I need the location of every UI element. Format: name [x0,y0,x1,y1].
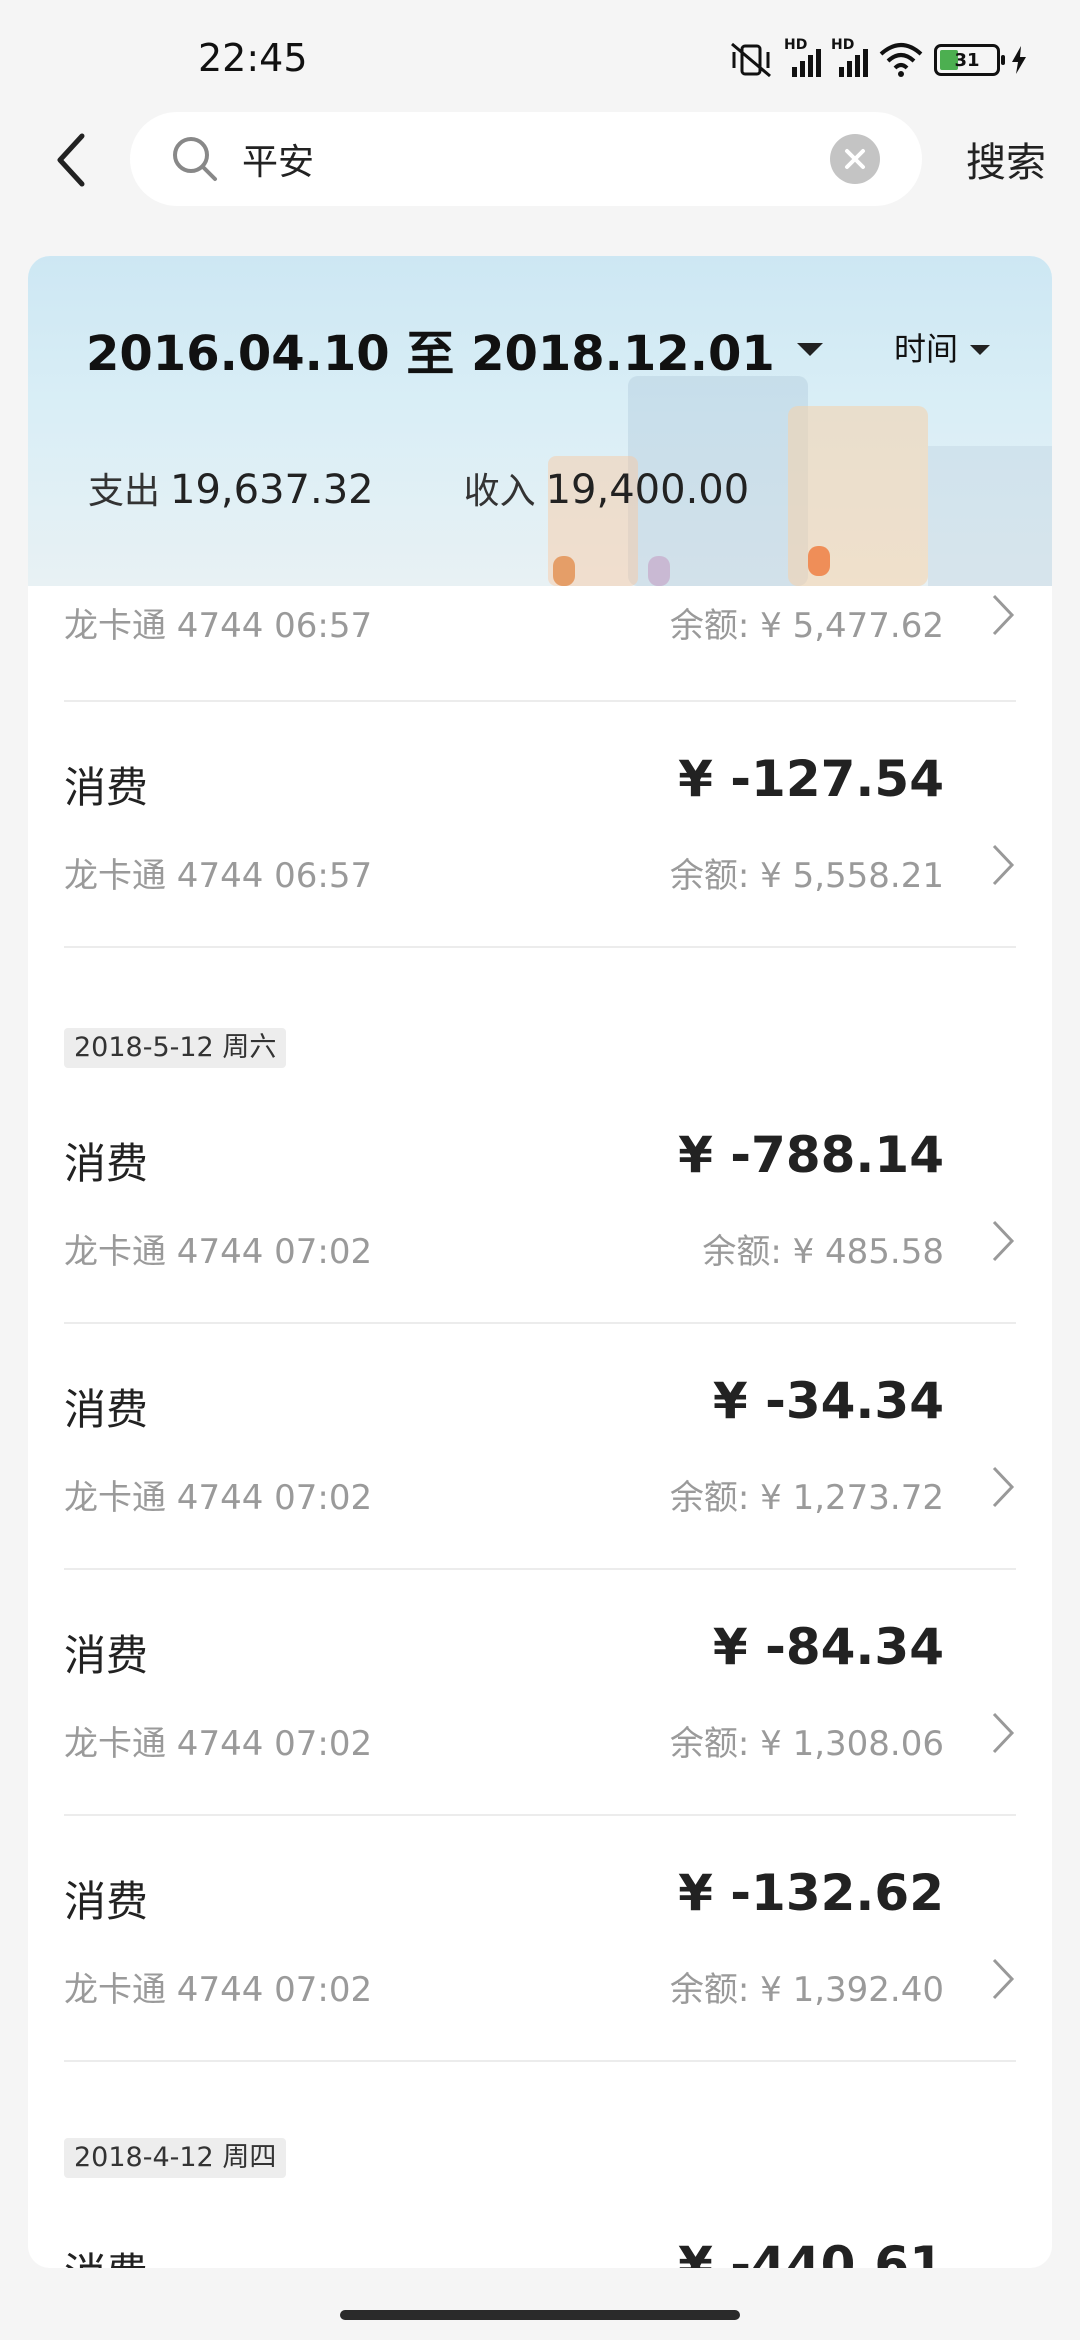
transaction-amount: ¥ -788.14 [678,1126,944,1184]
battery-level: 31 [954,49,980,71]
transaction-account-time: 龙卡通 4744 06:57 [64,606,373,646]
transaction-title: 消费 [64,2240,148,2268]
transaction-row[interactable]: 消费 ¥ -440.61 [28,2188,1052,2268]
totals: 支出 19,637.32 收入 19,400.00 [88,462,749,514]
transaction-balance: 余额: ¥ 485.58 [702,1232,944,1272]
transaction-row[interactable]: 消费 ¥ -34.34 龙卡通 4744 07:02 余额: ¥ 1,273.7… [28,1324,1052,1570]
transaction-balance: 余额: ¥ 1,273.72 [669,1478,944,1518]
banner-decoration [648,556,670,586]
transaction-account-time: 龙卡通 4744 06:57 [64,856,373,896]
chevron-left-icon [57,133,85,187]
transaction-amount: ¥ -440.61 [678,2236,944,2268]
close-icon [845,149,865,169]
transaction-account-time: 龙卡通 4744 07:02 [64,1970,373,2010]
transactions-card: 2016.04.10 至 2018.12.01 时间 支出 19,637.32 … [28,256,1052,2268]
divider [64,2060,1016,2062]
banner-decoration [928,446,1052,586]
date-header: 2018-5-12 周六 [64,1028,287,1068]
clear-search-button[interactable] [830,134,880,184]
transaction-title: 消费 [64,1877,149,1926]
signal-icon: HD [784,37,821,77]
chevron-right-icon [992,594,1015,636]
sort-selector[interactable]: 时间 [894,324,991,370]
wifi-icon [879,43,923,77]
chevron-right-icon [992,1958,1015,2000]
transaction-row[interactable]: 消费 ¥ -84.34 龙卡通 4744 07:02 余额: ¥ 1,308.0… [28,1570,1052,1816]
date-header: 2018-4-12 周四 [64,2138,287,2178]
transaction-account-time: 龙卡通 4744 07:02 [64,1232,373,1272]
chevron-right-icon [992,1220,1015,1262]
transaction-amount: ¥ -84.34 [712,1618,944,1676]
banner-decoration [808,546,830,576]
transaction-balance: 余额: ¥ 5,477.62 [669,606,944,646]
charging-icon [1012,46,1026,74]
expense-value: 19,637.32 [170,467,374,513]
transaction-title: 消费 [64,1139,149,1188]
battery-icon: 31 [934,44,1005,76]
transaction-amount: ¥ -127.54 [678,750,944,808]
search-icon [173,137,217,181]
home-indicator[interactable] [340,2310,740,2320]
transaction-balance: 余额: ¥ 1,392.40 [669,1970,944,2010]
transaction-account-time: 龙卡通 4744 07:02 [64,1724,373,1764]
transaction-balance: 余额: ¥ 1,308.06 [669,1724,944,1764]
divider [64,946,1016,948]
transaction-row[interactable]: 龙卡通 4744 06:57 余额: ¥ 5,477.62 [28,586,1052,702]
dropdown-arrow-icon [970,345,991,355]
expense-label: 支出 [88,471,161,512]
transaction-row[interactable]: 消费 ¥ -132.62 龙卡通 4744 07:02 余额: ¥ 1,392.… [28,1816,1052,2062]
date-range-text: 2016.04.10 至 2018.12.01 [86,326,775,382]
search-button[interactable]: 搜索 [966,130,1046,188]
back-button[interactable] [30,120,110,200]
transaction-title: 消费 [64,1631,149,1680]
income-label: 收入 [463,471,536,512]
transaction-balance: 余额: ¥ 5,558.21 [669,856,944,896]
search-input[interactable]: 平安 [130,112,922,206]
transaction-amount: ¥ -34.34 [712,1372,944,1430]
transaction-amount: ¥ -132.62 [678,1864,944,1922]
chevron-right-icon [992,1466,1015,1508]
chevron-right-icon [992,844,1015,886]
status-icons: HD HD 31 [728,37,1028,80]
vibrate-mute-icon [731,42,771,78]
transaction-title: 消费 [64,763,149,812]
banner-decoration [553,556,575,586]
chevron-right-icon [992,1712,1015,1754]
transaction-row[interactable]: 消费 ¥ -127.54 龙卡通 4744 06:57 余额: ¥ 5,558.… [28,702,1052,948]
status-bar: 22:45 HD HD 31 [0,0,1080,110]
summary-banner: 2016.04.10 至 2018.12.01 时间 支出 19,637.32 … [28,256,1052,586]
transaction-row[interactable]: 消费 ¥ -788.14 龙卡通 4744 07:02 余额: ¥ 485.58 [28,1078,1052,1324]
sort-label: 时间 [894,330,959,368]
dropdown-arrow-icon [796,342,823,356]
signal-icon-2: HD [831,37,868,77]
transaction-account-time: 龙卡通 4744 07:02 [64,1478,373,1518]
status-time: 22:45 [198,36,308,80]
transaction-title: 消费 [64,1385,149,1434]
date-range-selector[interactable]: 2016.04.10 至 2018.12.01 [86,314,823,384]
search-query[interactable]: 平安 [242,133,830,185]
income-value: 19,400.00 [545,467,750,513]
